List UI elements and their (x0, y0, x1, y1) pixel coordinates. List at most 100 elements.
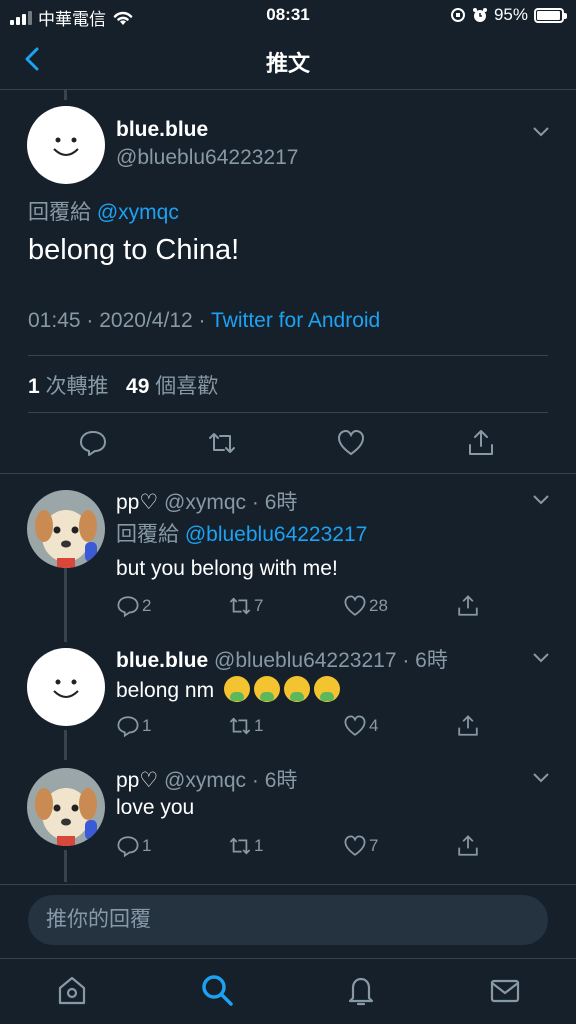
like-count: 4 (369, 716, 379, 735)
retweet-label: 次轉推 (45, 375, 109, 398)
avatar[interactable] (27, 648, 105, 726)
smiley-icon (53, 679, 79, 698)
like-count: 28 (369, 596, 388, 615)
tweet-meta: 01:45 · 2020/4/12 · Twitter for Android (28, 309, 380, 333)
reply-to-line: 回覆給 @blueblu64223217 (116, 518, 367, 548)
bell-icon[interactable] (344, 973, 378, 1007)
retweet-count: 7 (254, 596, 264, 615)
search-icon[interactable] (200, 973, 234, 1007)
battery-percent: 95% (493, 5, 528, 24)
like-label: 個喜歡 (155, 375, 219, 398)
retweet-action[interactable]: 7 (228, 594, 263, 618)
author-name[interactable]: blue.blue (116, 118, 208, 142)
dog-avatar-icon (27, 768, 105, 846)
reply-to-link[interactable]: @xymqc (97, 201, 179, 224)
share-action[interactable] (456, 834, 480, 858)
chevron-down-icon[interactable] (532, 652, 550, 664)
chevron-down-icon[interactable] (532, 126, 550, 138)
reply-time: · 6時 (251, 491, 298, 514)
like-count: 49 (126, 375, 150, 398)
retweet-stat[interactable]: 1 次轉推 (28, 375, 109, 398)
reply-to-line: 回覆給 @xymqc (28, 196, 179, 226)
tweet-source-link[interactable]: Twitter for Android (211, 309, 380, 332)
reply-time: · 6時 (251, 769, 298, 792)
author-name[interactable]: pp♡ (116, 769, 158, 792)
tab-bar (0, 958, 576, 1024)
like-count: 7 (369, 836, 379, 855)
share-action[interactable] (456, 594, 480, 618)
reply-actions: 2 7 28 (116, 594, 496, 620)
reply-input[interactable] (28, 895, 548, 945)
author-handle[interactable]: @xymqc (164, 491, 246, 514)
reply-prefix: 回覆給 (28, 201, 91, 224)
share-icon (458, 595, 478, 616)
retweet-count: 1 (254, 716, 264, 735)
author-handle[interactable]: @blueblu64223217 (214, 649, 396, 672)
retweet-action[interactable]: 1 (228, 834, 263, 858)
avatar[interactable] (27, 106, 105, 184)
reply-text-body: belong nm (116, 679, 215, 702)
orientation-lock-icon (450, 8, 465, 22)
divider (28, 355, 548, 356)
meta-dot: · (198, 309, 206, 332)
reply-action[interactable]: 1 (116, 834, 151, 858)
reply-composer (28, 895, 548, 945)
nauseated-face-icon (223, 676, 250, 702)
thread-line (64, 850, 67, 882)
reply-count: 1 (142, 716, 152, 735)
dog-avatar-icon (27, 490, 105, 568)
reply-header: pp♡ @xymqc · 6時 (116, 764, 297, 794)
author-name[interactable]: pp♡ (116, 491, 158, 514)
reply-actions: 1 1 7 (116, 834, 496, 860)
status-right: 95% (450, 5, 567, 25)
reply-action[interactable]: 1 (116, 714, 151, 738)
mail-icon[interactable] (488, 973, 522, 1007)
like-action[interactable]: 28 (343, 594, 388, 618)
home-icon[interactable] (55, 973, 89, 1007)
page-title: 推文 (265, 51, 310, 76)
reply-icon[interactable] (78, 428, 108, 458)
reply-action[interactable]: 2 (116, 594, 151, 618)
share-icon (458, 835, 478, 856)
retweet-count: 1 (28, 375, 40, 398)
status-bar: 中華電信 08:31 95% (0, 0, 576, 30)
retweet-action[interactable]: 1 (228, 714, 263, 738)
avatar[interactable] (27, 768, 105, 846)
share-icon (458, 715, 478, 736)
share-icon[interactable] (466, 428, 496, 458)
heart-icon (344, 835, 366, 856)
reply-icon (117, 836, 139, 858)
thread-line (64, 566, 67, 642)
author-name[interactable]: blue.blue (116, 649, 208, 672)
author-handle[interactable]: @xymqc (164, 769, 246, 792)
alarm-icon (472, 8, 487, 22)
author-handle[interactable]: @blueblu64223217 (116, 146, 298, 170)
divider (28, 412, 548, 413)
like-action[interactable]: 4 (343, 714, 378, 738)
nav-bar: 推文 (0, 30, 576, 90)
reply-text: but you belong with me! (116, 557, 338, 580)
reply-prefix: 回覆給 (116, 523, 179, 546)
reply-icon (117, 716, 139, 738)
like-stat[interactable]: 49 個喜歡 (126, 375, 218, 398)
heart-icon[interactable] (336, 428, 366, 458)
chevron-down-icon[interactable] (532, 772, 550, 784)
nauseated-face-icon (253, 676, 280, 702)
tweet-actions (0, 428, 576, 462)
like-action[interactable]: 7 (343, 834, 378, 858)
avatar[interactable] (27, 490, 105, 568)
share-action[interactable] (456, 714, 480, 738)
retweet-icon (229, 597, 251, 615)
nauseated-face-icon (283, 676, 310, 702)
thread-line (64, 730, 67, 760)
heart-icon (344, 595, 366, 616)
reply-actions: 1 1 4 (116, 714, 496, 740)
retweet-icon[interactable] (207, 428, 237, 458)
tweet-text: belong to China! (28, 234, 240, 266)
battery-fill (537, 10, 560, 20)
reply-to-link[interactable]: @blueblu64223217 (185, 523, 367, 546)
smiley-icon (53, 137, 79, 156)
reply-header: pp♡ @xymqc · 6時 (116, 486, 297, 516)
chevron-down-icon[interactable] (532, 494, 550, 506)
reply-text: belong nm (116, 676, 340, 703)
